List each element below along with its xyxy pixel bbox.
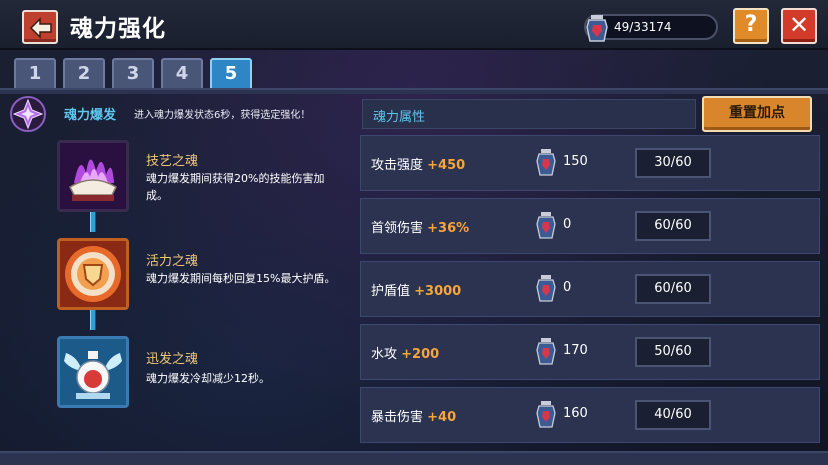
tab-2[interactable]: 2: [63, 58, 105, 90]
tab-4[interactable]: 4: [161, 58, 203, 90]
reset-points-button[interactable]: 重置加点: [702, 96, 812, 132]
close-button[interactable]: ✕: [781, 8, 817, 44]
soul-gem-icon: [536, 338, 556, 365]
top-bar: 魂力强化 49/33174 ? ✕: [0, 0, 828, 50]
attribute-name: 护盾值 +3000: [371, 284, 462, 299]
soul-counter: 49/33174: [584, 14, 718, 42]
attribute-row: 首领伤害 +36% 0 60/60: [360, 198, 820, 254]
tab-underline: [0, 88, 828, 94]
soul-burst-header: 魂力爆发 进入魂力爆发状态6秒，获得选定强化！: [8, 96, 354, 132]
soul-gem-icon: [536, 149, 556, 176]
skill-connector: [90, 212, 96, 232]
page-title: 魂力强化: [70, 16, 166, 42]
skill-description: 魂力爆发期间获得20%的技能伤害加成。: [146, 172, 325, 202]
back-arrow-icon: [29, 17, 52, 39]
soul-burst-title: 魂力爆发: [64, 108, 117, 123]
attribute-name: 首领伤害 +36%: [371, 221, 470, 236]
soul-gem-icon: [536, 401, 556, 428]
orange-shield-icon[interactable]: [57, 238, 129, 310]
back-button[interactable]: [22, 10, 58, 44]
attribute-name: 暴击伤害 +40: [371, 410, 457, 425]
attribute-level-button[interactable]: 60/60: [635, 274, 711, 304]
soul-attributes-title: 魂力属性: [373, 110, 426, 125]
skill-name: 技艺之魂: [146, 154, 199, 169]
soul-gem-icon: [536, 275, 556, 302]
attribute-bonus: +3000: [414, 284, 462, 299]
attribute-bonus: +40: [427, 410, 457, 425]
soul-burst-description: 进入魂力爆发状态6秒，获得选定强化！: [134, 110, 311, 121]
bottom-frame: [0, 451, 828, 465]
attribute-level-button[interactable]: 40/60: [635, 400, 711, 430]
skill-name: 活力之魂: [146, 254, 199, 269]
soul-gem-icon: [586, 15, 608, 42]
attribute-row: 护盾值 +3000 0 60/60: [360, 261, 820, 317]
skill-name: 迅发之魂: [146, 352, 199, 367]
attribute-name: 水攻 +200: [371, 347, 440, 362]
attribute-bonus: +36%: [427, 221, 470, 236]
attribute-bonus: +200: [401, 347, 440, 362]
attribute-level-button[interactable]: 30/60: [635, 148, 711, 178]
attribute-bonus: +450: [427, 158, 466, 173]
soul-gem-icon: [536, 212, 556, 239]
skill-description: 魂力爆发期间每秒回复15%最大护盾。: [146, 272, 336, 285]
attribute-cost: 0: [563, 280, 572, 295]
soul-burst-icon: [10, 96, 46, 132]
soul-attributes-header: 魂力属性: [362, 99, 696, 129]
attribute-cost: 160: [563, 406, 588, 421]
purple-flame-shell-icon[interactable]: [57, 140, 129, 212]
tab-5[interactable]: 5: [210, 58, 252, 92]
help-button[interactable]: ?: [733, 8, 769, 44]
attribute-row: 攻击强度 +450 150 30/60: [360, 135, 820, 191]
skill-description: 魂力爆发冷却减少12秒。: [146, 372, 270, 385]
attribute-level-button[interactable]: 50/60: [635, 337, 711, 367]
skill-connector: [90, 310, 96, 330]
attribute-row: 暴击伤害 +40 160 40/60: [360, 387, 820, 443]
attribute-row: 水攻 +200 170 50/60: [360, 324, 820, 380]
attribute-cost: 170: [563, 343, 588, 358]
soul-counter-value: 49/33174: [614, 20, 672, 34]
attribute-cost: 0: [563, 217, 572, 232]
attribute-cost: 150: [563, 154, 588, 169]
tab-1[interactable]: 1: [14, 58, 56, 90]
tab-3[interactable]: 3: [112, 58, 154, 90]
attribute-name: 攻击强度 +450: [371, 158, 466, 173]
attribute-level-button[interactable]: 60/60: [635, 211, 711, 241]
winged-potion-icon[interactable]: [57, 336, 129, 408]
